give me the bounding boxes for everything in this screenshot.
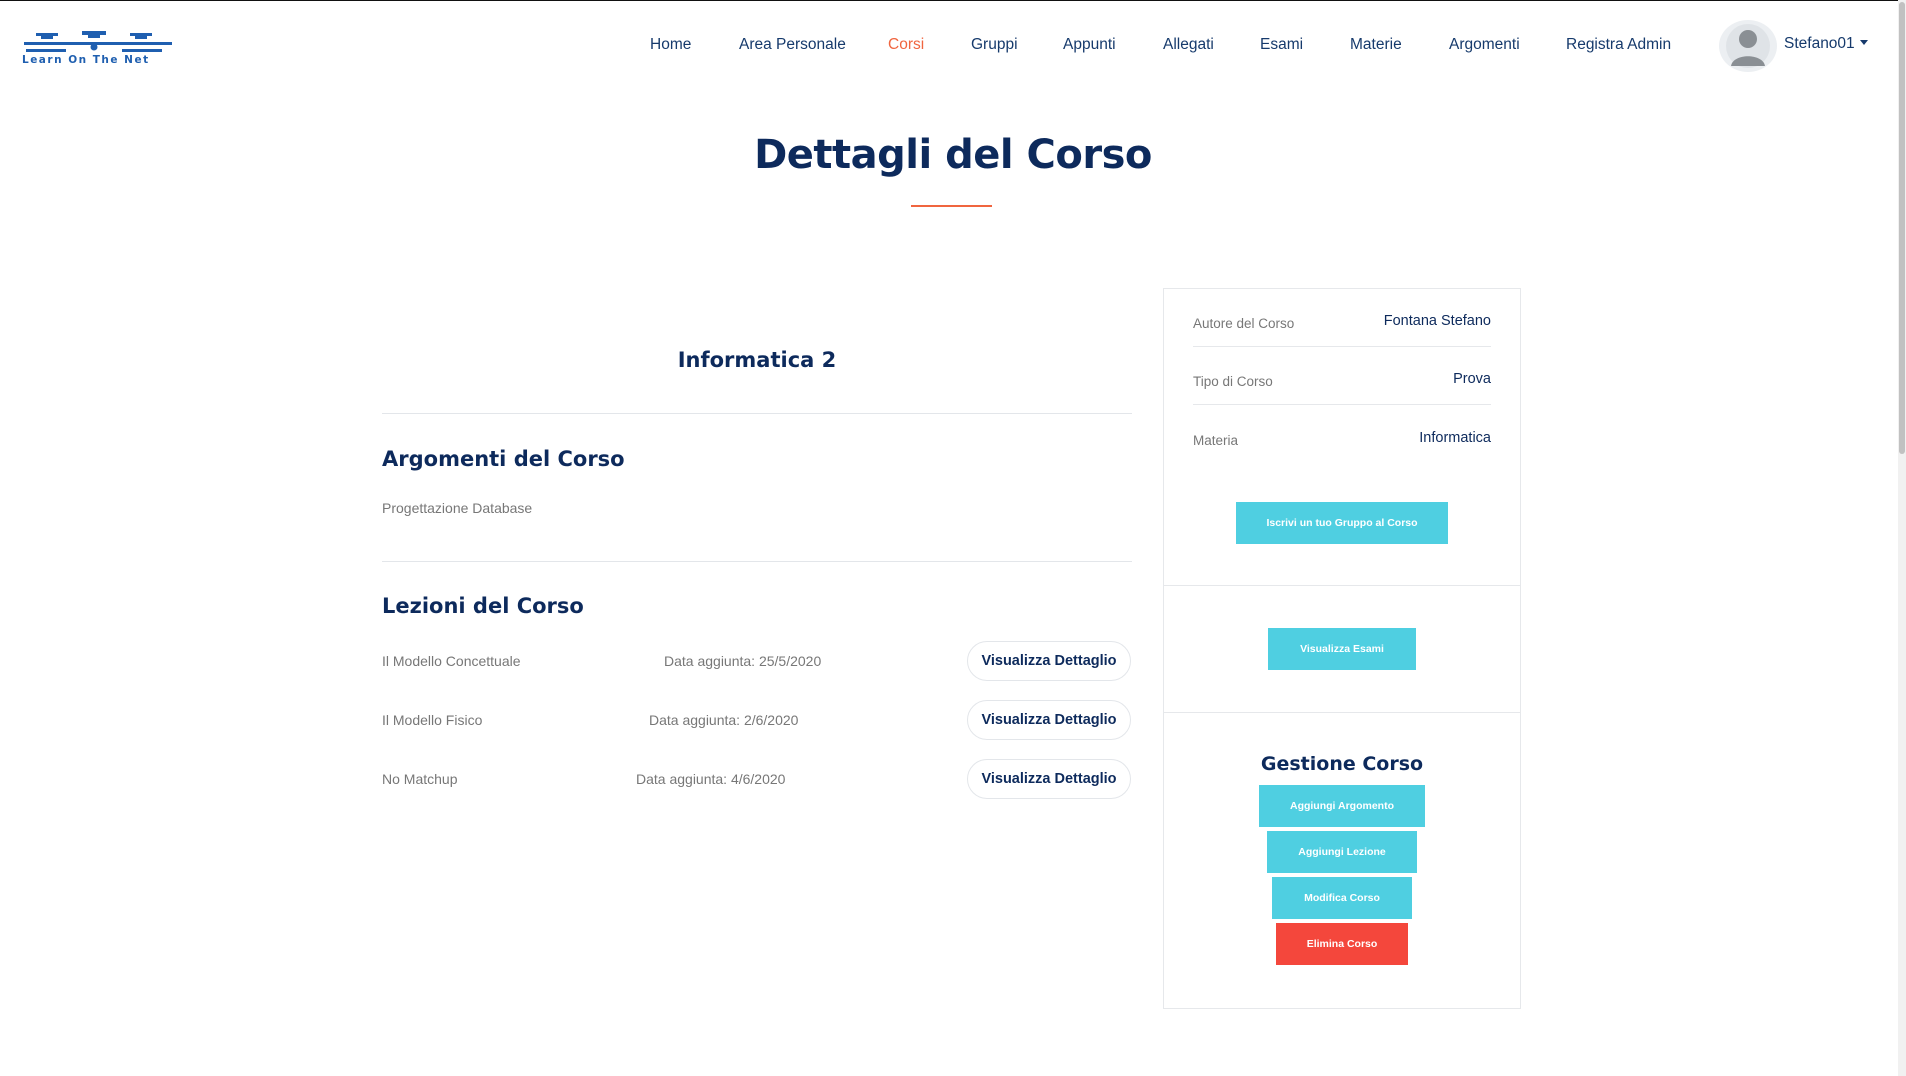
nav-corsi[interactable]: Corsi bbox=[888, 36, 924, 54]
add-lesson-button[interactable]: Aggiungi Lezione bbox=[1267, 831, 1417, 873]
nav-argomenti[interactable]: Argomenti bbox=[1449, 36, 1520, 54]
site-header: Learn On The Net Home Area Personale Cor… bbox=[0, 0, 1906, 92]
nav-home[interactable]: Home bbox=[650, 36, 691, 54]
info-row-type: Tipo di Corso Prova bbox=[1193, 347, 1491, 405]
topic-item: Progettazione Database bbox=[382, 500, 533, 516]
view-detail-button[interactable]: Visualizza Dettaglio bbox=[967, 700, 1131, 740]
info-value: Prova bbox=[1453, 371, 1491, 387]
lesson-name: Il Modello Concettuale bbox=[382, 653, 521, 669]
manage-course-card: Gestione Corso Aggiungi Argomento Aggiun… bbox=[1163, 712, 1521, 1009]
nav-area-personale[interactable]: Area Personale bbox=[739, 36, 846, 54]
view-detail-button[interactable]: Visualizza Dettaglio bbox=[967, 641, 1131, 681]
nav-allegati[interactable]: Allegati bbox=[1163, 36, 1214, 54]
nav-gruppi[interactable]: Gruppi bbox=[971, 36, 1018, 54]
site-logo[interactable]: Learn On The Net bbox=[22, 30, 174, 66]
nav-appunti[interactable]: Appunti bbox=[1063, 36, 1116, 54]
edit-course-button[interactable]: Modifica Corso bbox=[1272, 877, 1412, 919]
nav-esami[interactable]: Esami bbox=[1260, 36, 1303, 54]
enroll-group-button[interactable]: Iscrivi un tuo Gruppo al Corso bbox=[1236, 502, 1448, 544]
nav-materie[interactable]: Materie bbox=[1350, 36, 1402, 54]
lesson-date: Data aggiunta: 2/6/2020 bbox=[649, 712, 799, 728]
lesson-name: No Matchup bbox=[382, 771, 458, 787]
add-topic-button[interactable]: Aggiungi Argomento bbox=[1259, 785, 1425, 827]
info-label: Tipo di Corso bbox=[1193, 374, 1273, 389]
user-menu-toggle[interactable]: Stefano01 bbox=[1784, 35, 1868, 53]
user-name: Stefano01 bbox=[1784, 35, 1855, 52]
user-silhouette-icon bbox=[1726, 24, 1770, 68]
topics-title: Argomenti del Corso bbox=[382, 447, 625, 471]
user-avatar[interactable] bbox=[1719, 20, 1777, 72]
page-title: Dettagli del Corso bbox=[754, 132, 1152, 178]
info-value: Informatica bbox=[1419, 430, 1491, 446]
nav-registra-admin[interactable]: Registra Admin bbox=[1566, 36, 1671, 54]
caret-down-icon bbox=[1859, 40, 1868, 45]
course-name: Informatica 2 bbox=[677, 348, 837, 372]
divider bbox=[382, 413, 1132, 414]
info-label: Materia bbox=[1193, 433, 1239, 448]
logo-text: Learn On The Net bbox=[22, 54, 150, 66]
lesson-date: Data aggiunta: 25/5/2020 bbox=[664, 653, 822, 669]
manage-course-title: Gestione Corso bbox=[1260, 753, 1424, 775]
lesson-name: Il Modello Fisico bbox=[382, 712, 483, 728]
lessons-title: Lezioni del Corso bbox=[382, 594, 584, 618]
delete-course-button[interactable]: Elimina Corso bbox=[1276, 923, 1408, 965]
logo-graduates-icon bbox=[24, 31, 172, 52]
exams-card: Visualizza Esami bbox=[1163, 585, 1521, 713]
info-label: Autore del Corso bbox=[1193, 316, 1295, 331]
info-row-subject: Materia Informatica bbox=[1193, 405, 1491, 463]
view-exams-button[interactable]: Visualizza Esami bbox=[1268, 628, 1416, 670]
view-detail-button[interactable]: Visualizza Dettaglio bbox=[967, 759, 1131, 799]
scrollbar-thumb[interactable] bbox=[1899, 2, 1905, 454]
info-value: Fontana Stefano bbox=[1383, 313, 1491, 329]
divider bbox=[382, 561, 1132, 562]
course-info-card: Autore del Corso Fontana Stefano Tipo di… bbox=[1163, 288, 1521, 586]
lesson-date: Data aggiunta: 4/6/2020 bbox=[636, 771, 786, 787]
info-row-author: Autore del Corso Fontana Stefano bbox=[1193, 289, 1491, 347]
title-underline bbox=[911, 205, 992, 207]
